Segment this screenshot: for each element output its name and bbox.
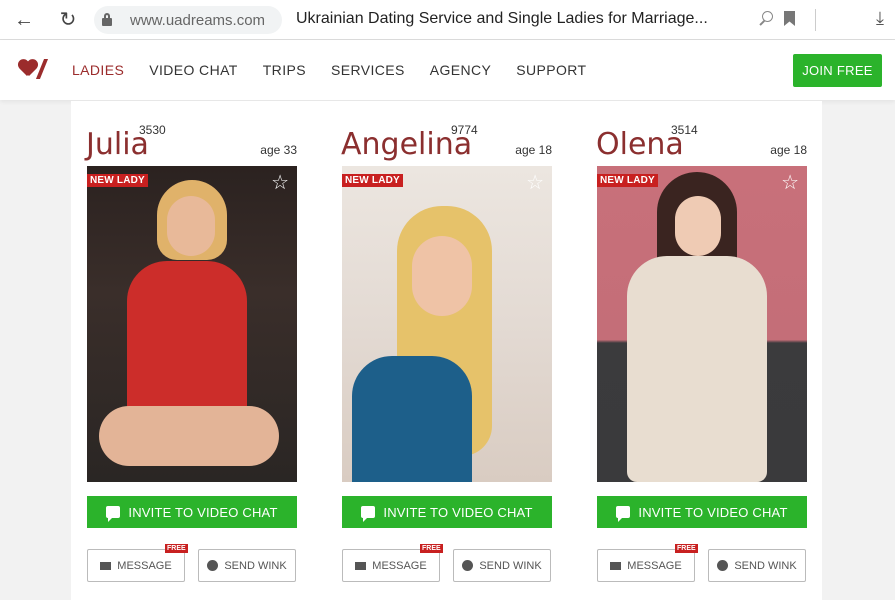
new-lady-badge: NEW LADY	[342, 174, 403, 187]
lady-age: age 18	[770, 143, 807, 157]
wink-icon	[717, 560, 729, 571]
message-button[interactable]: MESSAGE	[87, 549, 185, 582]
zoom-icon[interactable]	[758, 10, 776, 28]
menu-video-chat[interactable]: VIDEO CHAT	[149, 62, 238, 78]
reload-icon[interactable]: ↻	[56, 8, 80, 32]
send-wink-button[interactable]: SEND WINK	[708, 549, 806, 582]
browser-toolbar: ← ↻ www.uadreams.com Ukrainian Dating Se…	[0, 0, 895, 40]
envelope-icon	[355, 561, 367, 570]
video-chat-icon	[616, 506, 631, 522]
lock-icon	[102, 13, 112, 26]
menu-agency[interactable]: AGENCY	[430, 62, 492, 78]
url-text: www.uadreams.com	[130, 12, 266, 29]
lady-photo[interactable]: NEW LADY ☆	[342, 166, 552, 482]
lady-id: 9774	[451, 123, 478, 137]
message-button[interactable]: MESSAGE	[342, 549, 440, 582]
wink-icon	[462, 560, 474, 571]
lady-id: 3530	[139, 123, 166, 137]
invite-label: INVITE TO VIDEO CHAT	[638, 504, 788, 520]
download-icon[interactable]: ⤓	[876, 8, 884, 29]
invite-video-chat-button[interactable]: INVITE TO VIDEO CHAT	[342, 496, 552, 528]
lady-photo[interactable]: NEW LADY ☆	[87, 166, 297, 482]
favorite-star-icon[interactable]: ☆	[271, 173, 289, 193]
wink-label: SEND WINK	[224, 559, 287, 572]
invite-label: INVITE TO VIDEO CHAT	[383, 504, 533, 520]
site-logo[interactable]	[18, 58, 49, 82]
send-wink-button[interactable]: SEND WINK	[453, 549, 551, 582]
favorite-star-icon[interactable]: ☆	[526, 173, 544, 193]
new-lady-badge: NEW LADY	[597, 174, 658, 187]
lady-id: 3514	[671, 123, 698, 137]
menu-ladies[interactable]: LADIES	[72, 62, 124, 78]
free-badge: FREE	[675, 544, 698, 553]
menu-support[interactable]: SUPPORT	[516, 62, 586, 78]
lady-age: age 18	[515, 143, 552, 157]
site-header: LADIES VIDEO CHAT TRIPS SERVICES AGENCY …	[0, 40, 895, 100]
tab-title: Ukrainian Dating Service and Single Ladi…	[296, 10, 708, 27]
ladies-grid: Julia 3530 age 33 NEW LADY ☆ INVITE TO V…	[71, 101, 822, 600]
message-label: MESSAGE	[372, 559, 427, 572]
toolbar-divider	[815, 9, 816, 31]
video-chat-icon	[106, 506, 121, 522]
invite-video-chat-button[interactable]: INVITE TO VIDEO CHAT	[87, 496, 297, 528]
wink-label: SEND WINK	[479, 559, 542, 572]
new-lady-badge: NEW LADY	[87, 174, 148, 187]
message-button[interactable]: MESSAGE	[597, 549, 695, 582]
envelope-icon	[100, 561, 112, 570]
send-wink-button[interactable]: SEND WINK	[198, 549, 296, 582]
envelope-icon	[610, 561, 622, 570]
wink-label: SEND WINK	[734, 559, 797, 572]
invite-label: INVITE TO VIDEO CHAT	[128, 504, 278, 520]
menu-trips[interactable]: TRIPS	[263, 62, 306, 78]
back-arrow-icon[interactable]: ←	[12, 8, 36, 32]
message-label: MESSAGE	[117, 559, 172, 572]
invite-video-chat-button[interactable]: INVITE TO VIDEO CHAT	[597, 496, 807, 528]
bookmark-icon[interactable]	[784, 11, 795, 26]
video-chat-icon	[361, 506, 376, 522]
free-badge: FREE	[420, 544, 443, 553]
menu-services[interactable]: SERVICES	[331, 62, 405, 78]
main-menu: LADIES VIDEO CHAT TRIPS SERVICES AGENCY …	[72, 62, 611, 78]
join-free-button[interactable]: JOIN FREE	[793, 54, 882, 87]
wink-icon	[207, 560, 219, 571]
message-label: MESSAGE	[627, 559, 682, 572]
free-badge: FREE	[165, 544, 188, 553]
lady-photo[interactable]: NEW LADY ☆	[597, 166, 807, 482]
lady-age: age 33	[260, 143, 297, 157]
favorite-star-icon[interactable]: ☆	[781, 173, 799, 193]
address-bar[interactable]: www.uadreams.com	[94, 6, 282, 34]
